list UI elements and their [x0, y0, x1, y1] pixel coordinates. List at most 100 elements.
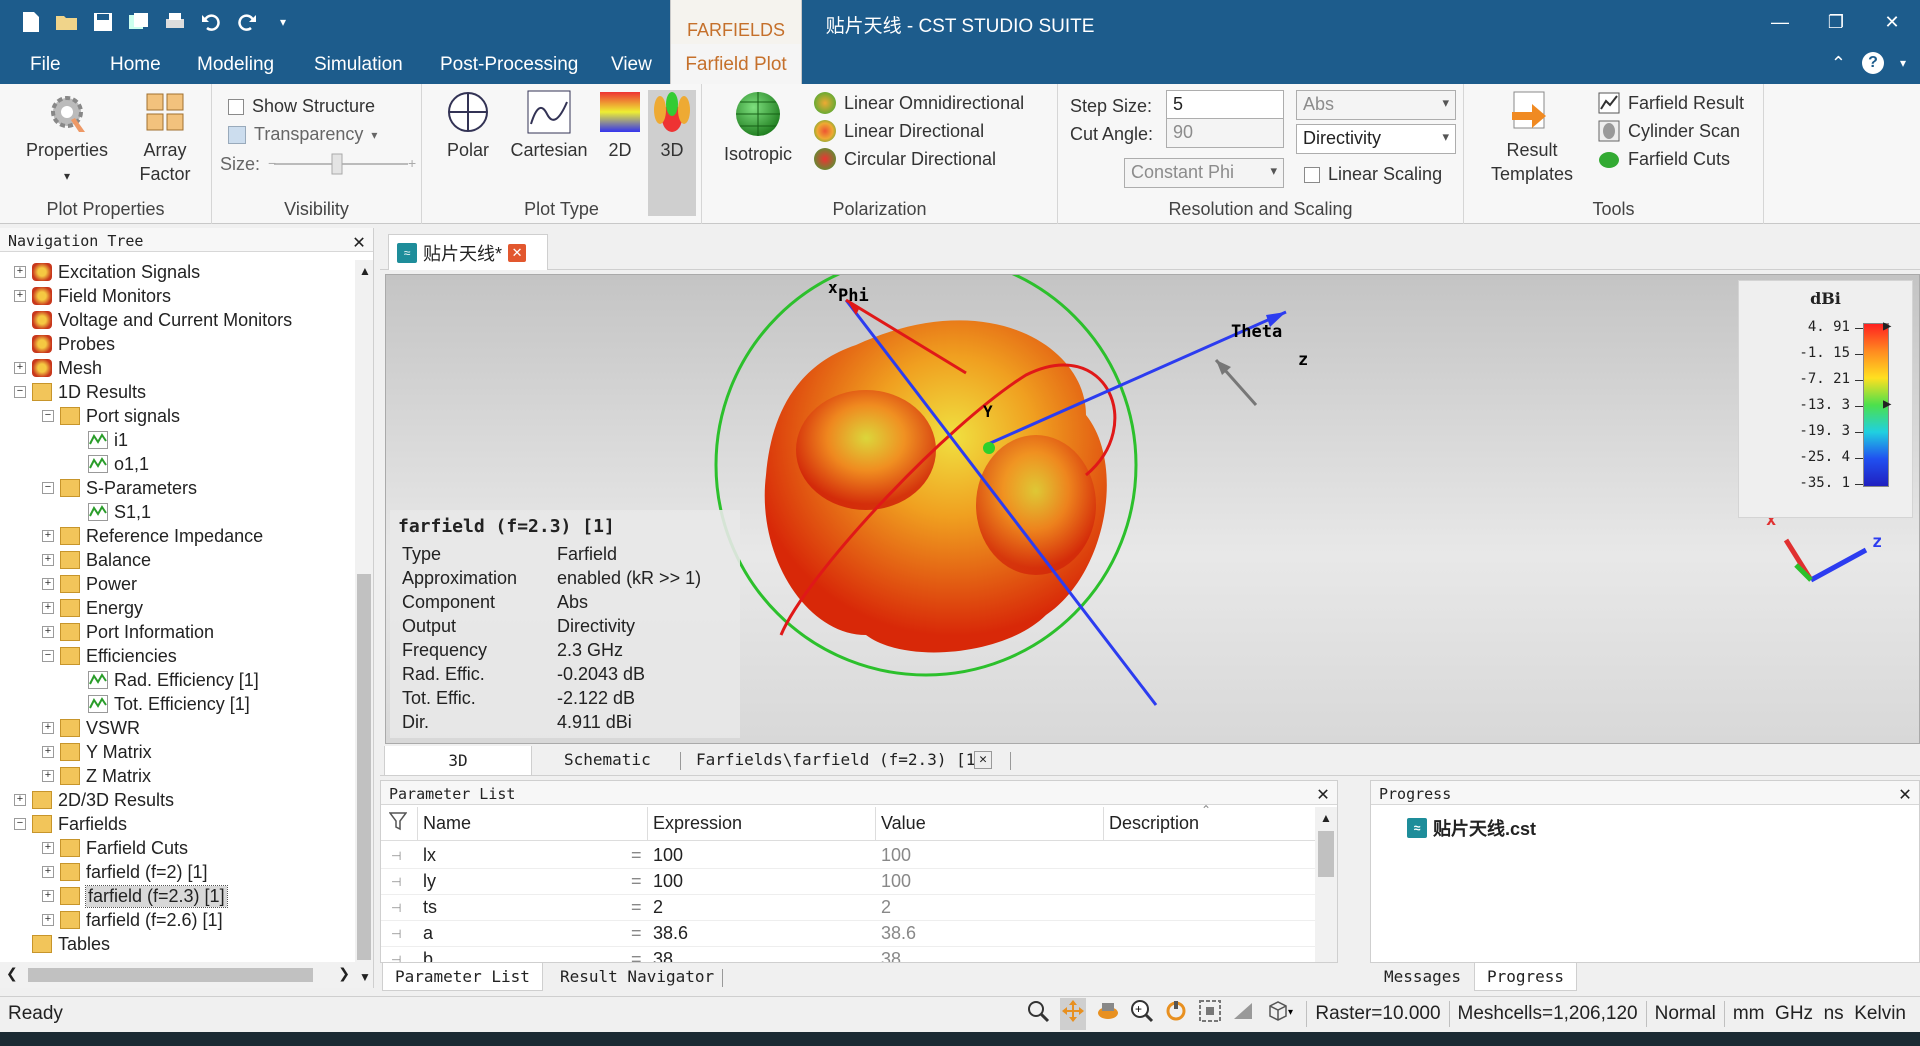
- close-tab-icon[interactable]: ✕: [508, 243, 527, 262]
- cartesian-button[interactable]: Cartesian: [504, 90, 594, 162]
- tree-item[interactable]: + Farfield Cuts: [42, 836, 188, 860]
- farfield-cuts-button[interactable]: Farfield Cuts: [1598, 148, 1730, 170]
- table-row[interactable]: ⊣ a = 38.6 38.6: [381, 921, 1336, 947]
- pin-icon[interactable]: ⊣: [391, 927, 401, 941]
- expand-icon[interactable]: +: [42, 842, 54, 854]
- tree-item[interactable]: − 1D Results: [14, 380, 146, 404]
- cylinder-scan-button[interactable]: Cylinder Scan: [1598, 120, 1740, 142]
- transparency-dropdown[interactable]: Transparency ▾: [228, 124, 377, 145]
- collapse-icon[interactable]: −: [14, 386, 26, 398]
- table-row[interactable]: ⊣ ly = 100 100: [381, 869, 1336, 895]
- tree-item[interactable]: + Energy: [42, 596, 143, 620]
- status-units[interactable]: mm GHz ns Kelvin: [1723, 1001, 1920, 1027]
- expand-icon[interactable]: +: [42, 866, 54, 878]
- expand-icon[interactable]: +: [14, 290, 26, 302]
- progress-file-item[interactable]: ≈ 贴片天线.cst: [1407, 815, 1536, 841]
- close-icon[interactable]: ✕: [1864, 0, 1920, 44]
- view-cube-icon[interactable]: ▾: [1266, 999, 1296, 1029]
- tree-item[interactable]: Tot. Efficiency [1]: [70, 692, 250, 716]
- expand-icon[interactable]: +: [42, 578, 54, 590]
- tree-item[interactable]: − S-Parameters: [42, 476, 197, 500]
- constant-phi-dropdown[interactable]: Constant Phi: [1124, 158, 1284, 188]
- tree-item[interactable]: − Farfields: [14, 812, 127, 836]
- tree-item[interactable]: Rad. Efficiency [1]: [70, 668, 259, 692]
- collapse-icon[interactable]: −: [42, 410, 54, 422]
- pin-icon[interactable]: ⊣: [391, 849, 401, 863]
- tree-item[interactable]: +2D/3D Results: [14, 788, 174, 812]
- param-expression[interactable]: 38.6: [653, 923, 688, 944]
- isotropic-button[interactable]: Isotropic: [716, 90, 800, 166]
- linear-omni-button[interactable]: Linear Omnidirectional: [814, 92, 1024, 114]
- abs-dropdown[interactable]: Abs: [1296, 90, 1456, 120]
- tree-item[interactable]: Probes: [14, 332, 115, 356]
- nav-horizontal-scrollbar[interactable]: ❮ ❯: [0, 962, 356, 988]
- properties-button[interactable]: Properties ▾: [22, 90, 112, 188]
- filter-icon[interactable]: [388, 811, 408, 836]
- zoom-window-icon[interactable]: [1026, 999, 1050, 1029]
- minimize-icon[interactable]: —: [1752, 0, 1808, 44]
- collapse-icon[interactable]: −: [42, 482, 54, 494]
- result-templates-button[interactable]: Result Templates: [1484, 90, 1580, 186]
- close-icon[interactable]: ✕: [1317, 781, 1329, 805]
- linear-scaling-checkbox[interactable]: Linear Scaling: [1304, 164, 1442, 185]
- tree-item[interactable]: − Port signals: [42, 404, 180, 428]
- size-slider[interactable]: +−: [268, 152, 418, 176]
- close-view-tab-icon[interactable]: ✕: [974, 751, 992, 769]
- tree-item[interactable]: + Balance: [42, 548, 151, 572]
- expand-icon[interactable]: +: [14, 266, 26, 278]
- tree-item[interactable]: S1,1: [70, 500, 151, 524]
- tree-item[interactable]: + Reference Impedance: [42, 524, 263, 548]
- tree-item[interactable]: Tables: [14, 932, 110, 956]
- tree-item[interactable]: o1,1: [70, 452, 149, 476]
- table-row[interactable]: ⊣ lx = 100 100: [381, 843, 1336, 869]
- tab-modeling[interactable]: Modeling: [197, 54, 274, 76]
- close-icon[interactable]: ✕: [353, 229, 365, 253]
- tab-parameter-list[interactable]: Parameter List: [382, 963, 543, 991]
- pin-icon[interactable]: ⊣: [391, 875, 401, 889]
- tree-item[interactable]: + Field Monitors: [14, 284, 171, 308]
- close-icon[interactable]: ✕: [1899, 781, 1911, 805]
- column-expression[interactable]: Expression: [653, 813, 742, 834]
- help-icon[interactable]: ?: [1861, 52, 1884, 74]
- array-factor-button[interactable]: Array Factor: [120, 90, 210, 186]
- tree-item[interactable]: i1: [70, 428, 128, 452]
- param-expression[interactable]: 100: [653, 871, 683, 892]
- collapse-ribbon-icon[interactable]: ⌃: [1831, 53, 1846, 74]
- tree-item[interactable]: + Excitation Signals: [14, 260, 200, 284]
- tree-item[interactable]: + farfield (f=2.6) [1]: [42, 908, 223, 932]
- tree-item[interactable]: + Z Matrix: [42, 764, 151, 788]
- tree-item[interactable]: − Efficiencies: [42, 644, 177, 668]
- tab-simulation[interactable]: Simulation: [314, 54, 403, 76]
- tab-result-navigator[interactable]: Result Navigator: [560, 967, 714, 986]
- show-structure-checkbox[interactable]: Show Structure: [228, 96, 375, 117]
- pan-icon[interactable]: [1060, 998, 1087, 1030]
- tree-item[interactable]: + Y Matrix: [42, 740, 152, 764]
- expand-icon[interactable]: +: [42, 914, 54, 926]
- collapse-icon[interactable]: −: [42, 650, 54, 662]
- expand-icon[interactable]: +: [42, 890, 54, 902]
- tree-item[interactable]: + Port Information: [42, 620, 214, 644]
- status-mode[interactable]: Normal: [1645, 1001, 1724, 1027]
- tree-item[interactable]: + VSWR: [42, 716, 140, 740]
- tree-item[interactable]: + farfield (f=2.3) [1]: [42, 884, 228, 908]
- expand-icon[interactable]: +: [14, 362, 26, 374]
- tree-item[interactable]: + Mesh: [14, 356, 102, 380]
- rotate-icon[interactable]: [1096, 999, 1120, 1029]
- expand-icon[interactable]: +: [42, 602, 54, 614]
- param-expression[interactable]: 2: [653, 897, 663, 918]
- reset-view-icon[interactable]: [1198, 999, 1222, 1029]
- linear-directional-button[interactable]: Linear Directional: [814, 120, 984, 142]
- pick-icon[interactable]: [1232, 999, 1256, 1029]
- table-row[interactable]: ⊣ ts = 2 2: [381, 895, 1336, 921]
- tree-item[interactable]: + Power: [42, 572, 137, 596]
- column-value[interactable]: Value: [881, 813, 926, 834]
- cut-angle-input[interactable]: 90: [1166, 118, 1284, 148]
- restore-icon[interactable]: ❐: [1808, 0, 1864, 44]
- directivity-dropdown[interactable]: Directivity: [1296, 124, 1456, 154]
- spin-icon[interactable]: [1164, 999, 1188, 1029]
- expand-icon[interactable]: +: [42, 554, 54, 566]
- nav-vertical-scrollbar[interactable]: ▲ ▼: [355, 260, 373, 988]
- expand-icon[interactable]: +: [42, 770, 54, 782]
- column-description[interactable]: Description: [1109, 813, 1199, 834]
- polar-button[interactable]: Polar: [436, 90, 500, 162]
